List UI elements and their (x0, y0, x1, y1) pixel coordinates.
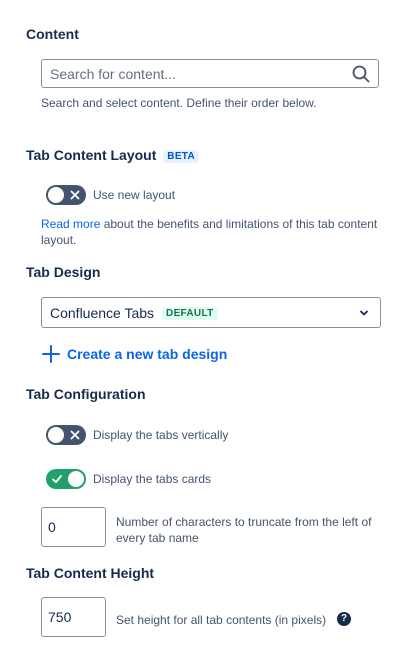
content-help-text: Search and select content. Define their … (41, 96, 317, 110)
content-height-input[interactable] (48, 609, 98, 625)
truncate-help-text: Number of characters to truncate from th… (116, 515, 372, 545)
height-help-text: Set height for all tab contents (in pixe… (116, 613, 327, 627)
new-layout-label: Use new layout (93, 188, 176, 202)
search-icon[interactable] (352, 65, 370, 83)
truncate-chars-input[interactable] (48, 519, 98, 535)
layout-title: Tab Content Layout (26, 147, 157, 163)
default-badge: DEFAULT (162, 306, 218, 320)
plus-icon (42, 345, 60, 363)
question-icon[interactable]: ? (337, 612, 351, 626)
beta-badge: BETA (163, 149, 199, 163)
tab-design-selected: Confluence Tabs (50, 305, 155, 321)
new-layout-toggle[interactable] (46, 185, 86, 205)
layout-section-title: Tab Content Layout BETA (26, 147, 199, 163)
toggle-knob (48, 427, 64, 443)
close-icon (70, 190, 80, 200)
layout-help-text: Read more about the benefits and limitat… (41, 216, 386, 248)
tab-design-select[interactable]: Confluence Tabs DEFAULT (41, 297, 381, 328)
create-tab-design-label: Create a new tab design (67, 346, 228, 362)
vertical-tabs-label: Display the tabs vertically (93, 428, 229, 442)
content-height-field[interactable] (41, 597, 106, 637)
truncate-chars-field[interactable] (41, 507, 106, 547)
content-title: Content (26, 26, 79, 42)
vertical-tabs-toggle[interactable] (46, 425, 86, 445)
content-search-input[interactable] (50, 65, 340, 83)
toggle-knob (68, 471, 84, 487)
config-title: Tab Configuration (26, 386, 146, 402)
chevron-down-icon[interactable] (358, 307, 370, 319)
tabs-cards-toggle[interactable] (46, 469, 86, 489)
tab-design-value: Confluence Tabs DEFAULT (50, 305, 218, 321)
design-title: Tab Design (26, 264, 101, 280)
read-more-link[interactable]: Read more (41, 217, 100, 231)
toggle-knob (48, 187, 64, 203)
check-icon (52, 475, 62, 483)
tabs-cards-label: Display the tabs cards (93, 472, 212, 486)
close-icon (70, 430, 80, 440)
height-title: Tab Content Height (26, 565, 155, 581)
content-search-field[interactable] (41, 59, 379, 88)
